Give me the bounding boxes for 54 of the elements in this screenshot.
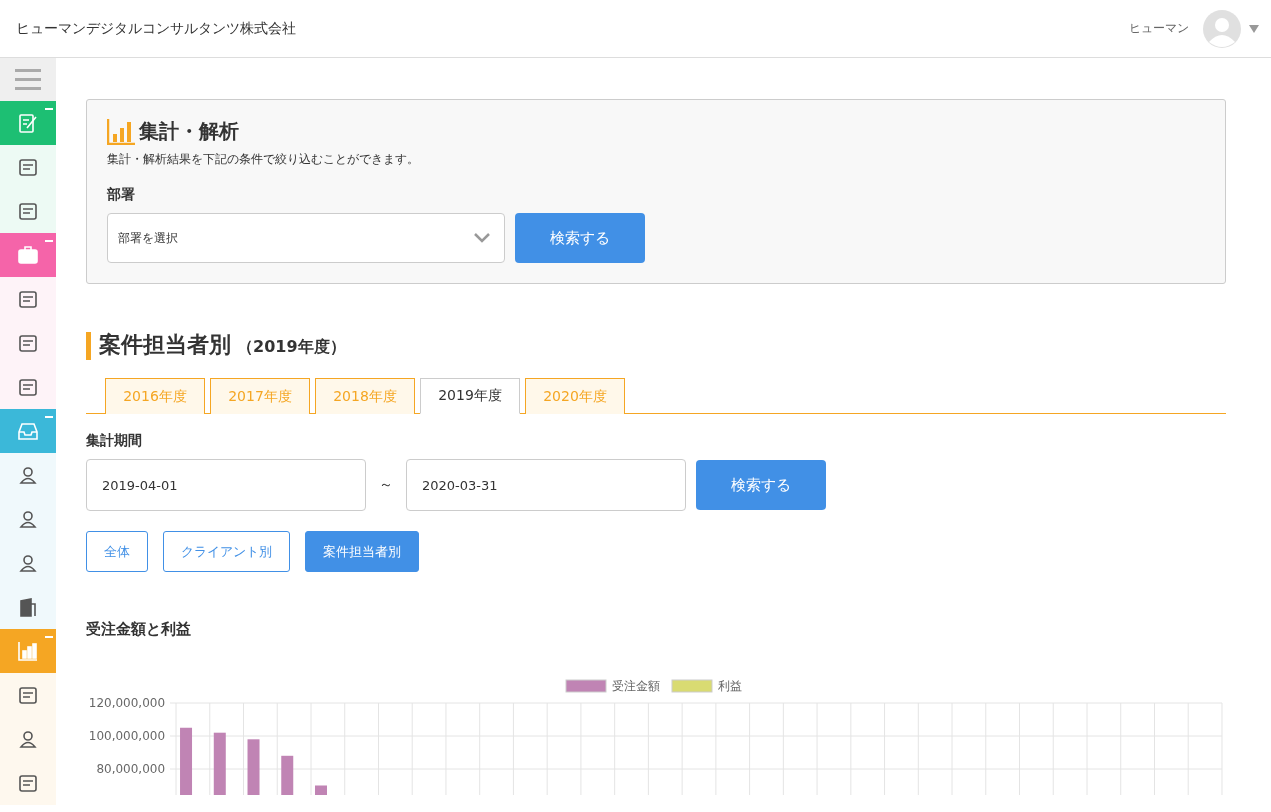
end-date-field[interactable]: 2020-03-31 (406, 459, 686, 511)
year-tab[interactable]: 2018年度 (315, 378, 415, 414)
sidebar-group-header[interactable] (0, 233, 56, 277)
axis-tick-label: 100,000,000 (88, 729, 166, 743)
search-button[interactable]: 検索する (696, 460, 826, 510)
card-description: 集計・解析結果を下記の条件で絞り込むことができます。 (107, 151, 420, 168)
chart-title: 受注金額と利益 (86, 620, 192, 639)
range-separator: ～ (378, 476, 394, 494)
sidebar-item[interactable] (0, 365, 56, 409)
edit-note-icon (17, 112, 39, 134)
axis-tick-label: 120,000,000 (88, 696, 166, 710)
period-label: 集計期間 (86, 432, 143, 450)
view-button[interactable]: 全体 (86, 531, 148, 572)
person-icon (17, 508, 39, 530)
user-name: ヒューマン (1129, 20, 1189, 37)
menu-icon (15, 68, 41, 91)
start-date-field[interactable]: 2019-04-01 (86, 459, 366, 511)
sidebar-item[interactable] (0, 761, 56, 805)
sidebar-item[interactable] (0, 145, 56, 189)
minus-icon (45, 414, 53, 420)
company-name: ヒューマンデジタルコンサルタンツ株式会社 (16, 19, 296, 38)
sidebar-item[interactable] (0, 189, 56, 233)
legend-label: 利益 (718, 679, 742, 693)
sidebar-group-header[interactable] (0, 101, 56, 145)
section-title: 案件担当者別 （2019年度） (86, 332, 1226, 360)
inbox-icon (17, 420, 39, 442)
briefcase-icon (17, 244, 39, 266)
year-tab[interactable]: 2017年度 (210, 378, 310, 414)
year-tab[interactable]: 2016年度 (105, 378, 205, 414)
caret-icon[interactable] (1249, 24, 1259, 33)
year-tab[interactable]: 2020年度 (525, 378, 625, 414)
chevron-down-icon (474, 233, 490, 243)
department-select[interactable]: 部署を選択 (107, 213, 505, 263)
legend-item[interactable]: 受注金額 (565, 679, 660, 693)
sidebar-group-header[interactable] (0, 409, 56, 453)
sidebar-item[interactable] (0, 585, 56, 629)
axis-tick-label: 80,000,000 (96, 762, 166, 776)
year-tab[interactable]: 2019年度 (420, 378, 520, 414)
sidebar-item[interactable] (0, 453, 56, 497)
view-button[interactable]: 案件担当者別 (305, 531, 419, 572)
minus-icon (45, 634, 53, 640)
bar-chart-icon (17, 640, 39, 662)
legend-label: 受注金額 (612, 679, 660, 693)
menu-button[interactable] (0, 58, 56, 101)
department-label: 部署 (107, 186, 136, 204)
building-icon (17, 596, 39, 618)
sidebar-item[interactable] (0, 277, 56, 321)
minus-icon (45, 238, 53, 244)
bar-chart-icon (107, 118, 135, 145)
view-button[interactable]: クライアント別 (163, 531, 290, 572)
search-button[interactable]: 検索する (515, 213, 645, 263)
minus-icon (45, 106, 53, 112)
sidebar-item[interactable] (0, 673, 56, 717)
card-title: 集計・解析 (139, 118, 239, 145)
